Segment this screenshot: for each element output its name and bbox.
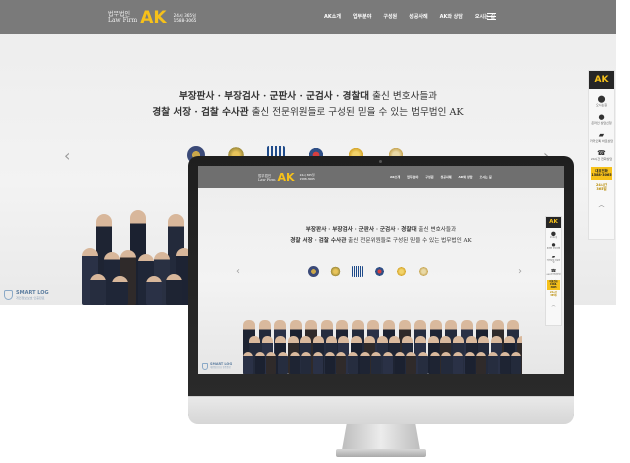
nav-item-practice[interactable]: 업무분야 — [353, 13, 371, 20]
screen-lawyers-group-photo — [242, 306, 522, 374]
screen-quickbar-hours: 24시간 365일 — [549, 291, 558, 298]
hamburger-icon[interactable] — [487, 13, 496, 20]
screen-quickbar-item-location[interactable]: ⬤ 오시는길 — [546, 232, 561, 239]
map-pin-icon: ⬤ — [597, 95, 606, 103]
scroll-top-icon[interactable]: ︿ — [589, 200, 614, 209]
person-figure — [441, 352, 452, 374]
monitor-screen-site: 법무법인 Law Firm AK 24시 365일 1588-3065 AK소개… — [198, 166, 564, 374]
screen-site-header: 법무법인 Law Firm AK 24시 365일 1588-3065 AK소개… — [198, 166, 564, 188]
logo-mark: AK — [140, 8, 167, 28]
quickbar-item-phone[interactable]: ☎ 24시간 전화상담 — [589, 149, 614, 161]
screen-quickbar-item-kakaotalk[interactable]: ▰ 카카오톡 바로상담 — [546, 255, 561, 265]
person-figure — [243, 352, 253, 374]
smartlog-badge[interactable]: SMART LOG 개인정보보호 인증완료 — [4, 290, 49, 300]
screen-nav-item-cases[interactable]: 성공사례 — [441, 175, 452, 179]
site-header: 법무법인 Law Firm AK 24시 365일 1588-3065 AK소개… — [0, 0, 616, 34]
person-figure — [511, 352, 522, 374]
person-figure — [371, 352, 382, 374]
logo-english: Law Firm — [108, 17, 138, 24]
person-figure — [359, 352, 370, 374]
quickbar-item-kakaotalk[interactable]: ▰ 카카오톡 바로상담 — [589, 131, 614, 143]
screen-quick-menu-bar: AK ⬤ 오시는길 ● 온라인 상담신청 ▰ 카카오톡 바로상담 ☎ 24시간 … — [545, 216, 562, 326]
nav-item-consult[interactable]: AK와 상담 — [440, 13, 463, 20]
military-emblem-icon — [330, 266, 341, 277]
screen-emblem-row — [308, 266, 429, 277]
quick-menu-bar: AK ⬤ 오시는길 ● 온라인 상담신청 ▰ 카카오톡 바로상담 ☎ 24시간 … — [588, 70, 615, 240]
shield-icon — [202, 363, 208, 370]
person-figure — [301, 352, 312, 374]
court-emblem-icon — [308, 266, 319, 277]
person-figure — [383, 352, 393, 374]
person-figure — [313, 352, 323, 374]
screen-main-nav: AK소개 업무분야 구성원 성공사례 AK와 상담 오시는 길 — [390, 175, 492, 179]
screen-site-logo[interactable]: 법무법인 Law Firm AK 24시 365일 1588-3065 — [258, 171, 315, 184]
screen-smartlog-badge[interactable]: SMART LOG 개인정보보호 인증완료 — [202, 363, 232, 370]
investigation-emblem-icon — [418, 266, 429, 277]
nav-item-cases[interactable]: 성공사례 — [409, 13, 427, 20]
screen-carousel-next-icon[interactable]: › — [518, 266, 522, 277]
prosecution-emblem-icon — [352, 266, 363, 277]
police-emblem-icon — [374, 266, 385, 277]
person-figure — [289, 352, 300, 374]
person-figure — [348, 352, 358, 374]
person-figure — [418, 352, 428, 374]
quickbar-brand[interactable]: AK — [589, 71, 614, 89]
shield-icon — [4, 290, 13, 300]
chat-icon: ● — [598, 113, 605, 121]
screen-quickbar-item-online-consult[interactable]: ● 온라인 상담신청 — [546, 243, 561, 250]
screen-quickbar-phone-box[interactable]: 대표전화 1588-3065 — [547, 280, 560, 291]
person-figure — [406, 352, 417, 374]
screen-nav-item-about[interactable]: AK소개 — [390, 175, 400, 179]
person-figure — [453, 352, 463, 374]
lawyers-group-photo — [80, 208, 200, 305]
headline-line-1: 부장판사 · 부장검사 · 군판사 · 군검사 · 경찰대 출신 변호사들과 — [178, 91, 438, 102]
person-figure — [429, 352, 440, 374]
phone-24h-icon: ☎ — [597, 149, 606, 157]
person-figure — [324, 352, 335, 374]
quickbar-phone-box[interactable]: 대표전화 1588-3065 — [591, 167, 612, 180]
site-logo[interactable]: 법무법인 Law Firm AK 24시 365일 1588-3065 — [108, 8, 196, 28]
screen-quickbar-brand[interactable]: AK — [546, 217, 561, 228]
quickbar-item-online-consult[interactable]: ● 온라인 상담신청 — [589, 113, 614, 125]
person-figure — [394, 352, 405, 374]
monitor-stand-base — [336, 449, 426, 457]
person-figure — [254, 352, 265, 374]
monitor-chin — [188, 396, 574, 424]
logo-phone: 1588-3065 — [173, 18, 197, 23]
quickbar-item-location[interactable]: ⬤ 오시는길 — [589, 95, 614, 107]
person-figure — [336, 352, 347, 374]
person-figure — [499, 352, 510, 374]
screen-nav-item-consult[interactable]: AK와 상담 — [459, 175, 473, 179]
screen-nav-item-location[interactable]: 오시는 길 — [480, 175, 492, 179]
person-figure — [278, 352, 288, 374]
screen-nav-item-members[interactable]: 구성원 — [425, 175, 433, 179]
person-figure — [464, 352, 475, 374]
headline-line-2: 경찰 서장 · 검찰 수사관 출신 전문위원들로 구성된 믿을 수 있는 법무법… — [152, 107, 464, 118]
police-university-emblem-icon — [396, 266, 407, 277]
nav-item-members[interactable]: 구성원 — [383, 13, 397, 20]
screen-carousel-prev-icon[interactable]: ‹ — [236, 266, 240, 277]
quickbar-hours: 24시간 365일 — [596, 182, 607, 192]
monitor-stand — [342, 424, 420, 450]
screen-quickbar-item-phone[interactable]: ☎ 24시간 전화상담 — [546, 269, 561, 276]
carousel-prev-icon[interactable]: ‹ — [64, 146, 70, 165]
nav-item-about[interactable]: AK소개 — [324, 13, 341, 20]
screen-headline-line-2: 경찰 서장 · 검찰 수사관 출신 전문위원들로 구성된 믿을 수 있는 법무법… — [290, 238, 472, 244]
person-figure — [266, 352, 277, 374]
screen-nav-item-practice[interactable]: 업무분야 — [407, 175, 418, 179]
kakaotalk-icon: ▰ — [598, 131, 605, 139]
person-figure — [488, 352, 498, 374]
screen-headline-line-1: 부장판사 · 부장검사 · 군판사 · 군검사 · 경찰대 출신 변호사들과 — [305, 227, 457, 233]
monitor-camera — [379, 160, 382, 163]
person-figure — [476, 352, 487, 374]
main-nav: AK소개 업무분야 구성원 성공사례 AK와 상담 오시는 길 — [324, 13, 495, 20]
screen-scroll-top-icon[interactable]: ︿ — [546, 302, 561, 308]
